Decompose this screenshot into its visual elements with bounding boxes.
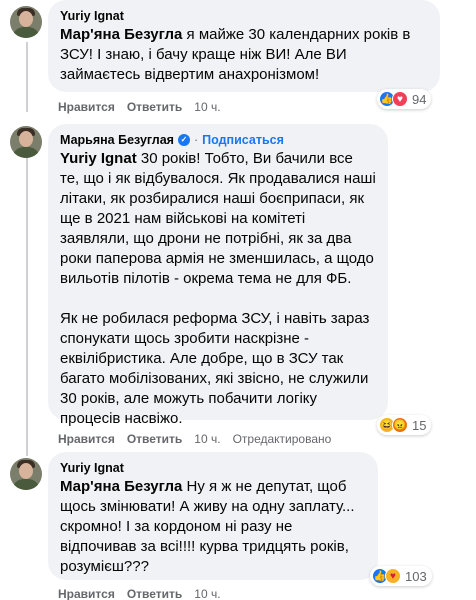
comment-bubble: Yuriy Ignat Мар'яна Безугла Ну я ж не де… — [48, 452, 378, 580]
comment-bubble: Марьяна Безуглая ✓ · Подписаться Yuriy I… — [48, 124, 388, 427]
care-icon: ♥ — [385, 568, 401, 584]
comment-time[interactable]: 10 ч. — [194, 431, 220, 447]
comment-actions: Нравится Ответить 10 ч. Отредактировано — [58, 431, 331, 447]
reply-button[interactable]: Ответить — [127, 99, 182, 115]
avatar[interactable] — [10, 126, 42, 158]
reply-button[interactable]: Ответить — [127, 431, 182, 447]
reactions-summary[interactable]: 👍 ♥ 94 — [377, 89, 432, 109]
thread-line — [26, 156, 28, 456]
comment-text: Yuriy Ignat 30 років! Тобто, Ви бачили в… — [60, 150, 376, 427]
thread-line — [26, 42, 28, 112]
comment-author-row: Марьяна Безуглая ✓ · Подписаться — [60, 132, 376, 148]
heart-icon: ♥ — [392, 91, 408, 107]
comment-actions: Нравится Ответить 10 ч. — [58, 99, 221, 115]
mention-link[interactable]: Мар'яна Безугла — [60, 26, 182, 43]
reply-button[interactable]: Ответить — [127, 586, 182, 600]
comment-author[interactable]: Марьяна Безуглая — [60, 132, 174, 148]
comment-author[interactable]: Yuriy Ignat — [60, 8, 428, 24]
reactions-summary[interactable]: 😆 😠 15 — [377, 415, 432, 435]
mention-link[interactable]: Yuriy Ignat — [60, 150, 137, 167]
comment-text: Мар'яна Безугла я майже 30 календарних р… — [60, 26, 411, 83]
comment-text: Мар'яна Безугла Ну я ж не депутат, щоб щ… — [60, 478, 355, 575]
like-button[interactable]: Нравится — [58, 586, 115, 600]
reactions-summary[interactable]: 👍 ♥ 103 — [370, 566, 432, 586]
comment-actions: Нравится Ответить 10 ч. — [58, 586, 221, 600]
angry-icon: 😠 — [392, 417, 408, 433]
verified-badge-icon: ✓ — [177, 134, 190, 146]
mention-link[interactable]: Мар'яна Безугла — [60, 478, 182, 495]
comment-time[interactable]: 10 ч. — [194, 99, 220, 115]
comment-author[interactable]: Yuriy Ignat — [60, 460, 366, 476]
like-button[interactable]: Нравится — [58, 99, 115, 115]
edited-label: Отредактировано — [232, 432, 332, 446]
comment-bubble: Yuriy Ignat Мар'яна Безугла я майже 30 к… — [48, 0, 440, 92]
avatar[interactable] — [10, 6, 42, 38]
reaction-count: 94 — [412, 91, 427, 107]
comment-time[interactable]: 10 ч. — [194, 586, 220, 600]
avatar[interactable] — [10, 458, 42, 490]
subscribe-button[interactable]: Подписаться — [202, 132, 284, 148]
separator-dot: · — [193, 133, 199, 147]
reaction-count: 15 — [412, 417, 427, 433]
like-button[interactable]: Нравится — [58, 431, 115, 447]
reaction-count: 103 — [405, 568, 427, 584]
